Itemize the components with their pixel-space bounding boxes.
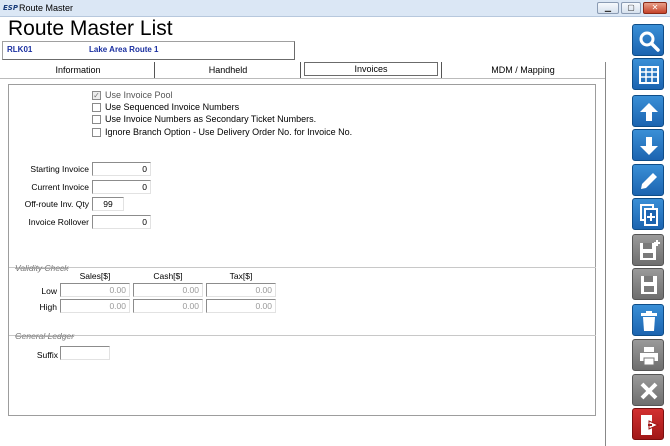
copy-add-icon (640, 204, 658, 226)
cash-column-header: Cash[$] (153, 271, 183, 281)
checkbox[interactable] (92, 127, 101, 137)
page-title: Route Master List (8, 17, 173, 40)
tab-divider (154, 62, 155, 79)
starting-invoice-field[interactable]: 0 (92, 162, 151, 176)
search-button[interactable] (632, 24, 664, 56)
delete-button[interactable] (632, 304, 664, 336)
grid-icon (639, 66, 659, 84)
arrow-down-icon (640, 137, 658, 155)
starting-invoice-label: Starting Invoice (30, 164, 89, 174)
cancel-button[interactable] (632, 374, 664, 406)
checkbox[interactable] (92, 102, 101, 112)
suffix-label: Suffix (36, 350, 58, 360)
high-row-label: High (39, 302, 57, 312)
next-button[interactable] (632, 129, 664, 161)
trash-icon (641, 311, 657, 331)
app-icon: ESP (3, 4, 18, 12)
tab-invoices[interactable]: Invoices (304, 62, 438, 76)
arrow-up-icon (640, 103, 658, 121)
tab-information[interactable]: Information (4, 62, 152, 78)
option-label: Use Invoice Numbers as Secondary Ticket … (105, 114, 317, 124)
tab-underline (0, 78, 606, 79)
option-label: Use Invoice Pool (105, 90, 173, 100)
previous-button[interactable] (632, 95, 664, 127)
tax-column-header: Tax[$] (229, 271, 253, 281)
window-titlebar: ESP Route Master ▁ ▢ ✕ (0, 0, 670, 17)
offroute-qty-field[interactable]: 99 (92, 197, 124, 211)
close-window-button[interactable]: ✕ (643, 2, 667, 14)
floppy-icon (641, 276, 657, 294)
option-ignore-branch[interactable]: Ignore Branch Option - Use Delivery Orde… (92, 126, 352, 138)
route-header: RLK01 Lake Area Route 1 (2, 41, 295, 60)
option-sequenced-invoice-numbers[interactable]: Use Sequenced Invoice Numbers (92, 101, 239, 113)
list-button[interactable] (632, 58, 664, 90)
current-invoice-field[interactable]: 0 (92, 180, 151, 194)
exit-door-icon (641, 415, 660, 435)
exit-button[interactable] (632, 408, 664, 440)
route-name: Lake Area Route 1 (89, 45, 159, 54)
checkbox[interactable] (92, 114, 101, 124)
edit-button[interactable] (632, 164, 664, 196)
maximize-button[interactable]: ▢ (621, 2, 641, 14)
copy-button[interactable] (632, 198, 664, 230)
low-cash-field[interactable]: 0.00 (133, 283, 203, 297)
low-row-label: Low (41, 286, 57, 296)
tab-divider (300, 62, 301, 79)
section-divider (9, 335, 596, 336)
pencil-icon (641, 173, 657, 189)
print-button[interactable] (632, 339, 664, 371)
section-divider (9, 267, 596, 268)
option-label: Use Sequenced Invoice Numbers (105, 102, 240, 112)
current-invoice-label: Current Invoice (31, 182, 89, 192)
sales-column-header: Sales[$] (79, 271, 111, 281)
option-use-invoice-pool[interactable]: ✓ Use Invoice Pool (92, 89, 173, 101)
option-label: Ignore Branch Option - Use Delivery Orde… (105, 127, 353, 137)
offroute-qty-label: Off-route Inv. Qty (24, 199, 89, 209)
x-icon (640, 382, 658, 400)
floppy-plus-icon (640, 240, 660, 260)
invoice-rollover-label: Invoice Rollover (28, 217, 89, 227)
save-new-button[interactable] (632, 234, 664, 266)
low-sales-field[interactable]: 0.00 (60, 283, 130, 297)
save-button[interactable] (632, 268, 664, 300)
minimize-button[interactable]: ▁ (597, 2, 619, 14)
option-secondary-ticket-numbers[interactable]: Use Invoice Numbers as Secondary Ticket … (92, 113, 316, 125)
tab-divider (441, 62, 442, 79)
tab-mdm-mapping[interactable]: MDM / Mapping (443, 62, 603, 78)
high-tax-field[interactable]: 0.00 (206, 299, 276, 313)
suffix-field[interactable] (60, 346, 110, 360)
checkbox[interactable]: ✓ (92, 90, 101, 100)
general-ledger-label: General Ledger (15, 331, 75, 341)
invoice-rollover-field[interactable]: 0 (92, 215, 151, 229)
magnifier-icon (639, 31, 660, 52)
tab-handheld[interactable]: Handheld (156, 62, 300, 78)
printer-icon (640, 347, 658, 366)
route-code: RLK01 (7, 45, 33, 54)
window-title: Route Master (19, 3, 74, 13)
content-border (605, 62, 606, 446)
low-tax-field[interactable]: 0.00 (206, 283, 276, 297)
high-cash-field[interactable]: 0.00 (133, 299, 203, 313)
high-sales-field[interactable]: 0.00 (60, 299, 130, 313)
